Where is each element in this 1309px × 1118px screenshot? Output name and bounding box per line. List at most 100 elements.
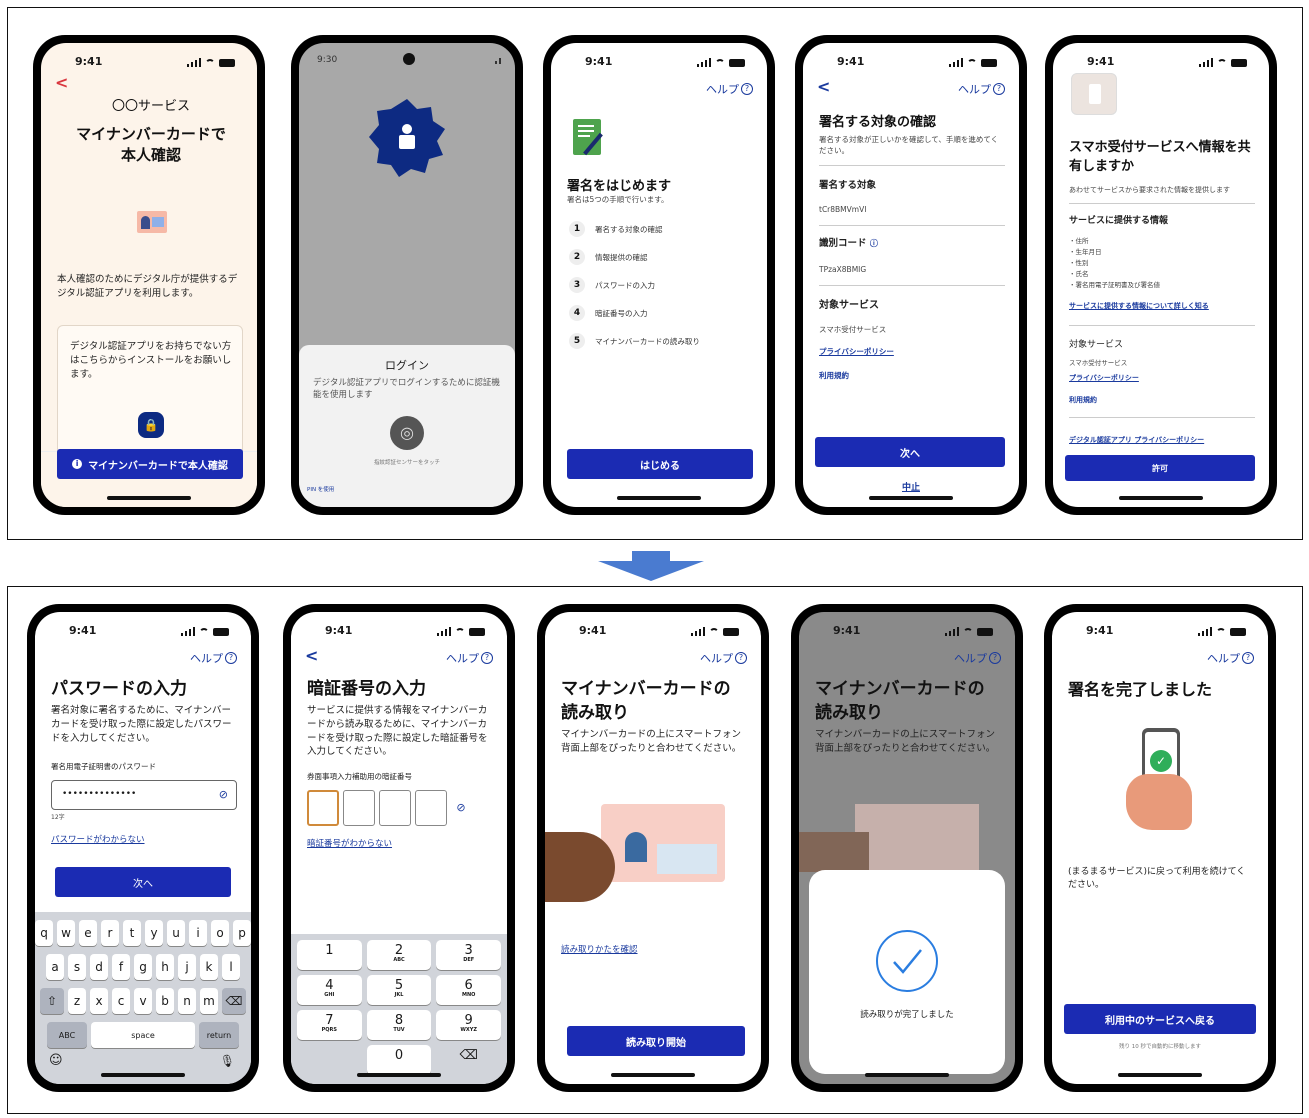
key-f[interactable]: f bbox=[112, 954, 130, 980]
key-g[interactable]: g bbox=[134, 954, 152, 980]
cancel-link[interactable]: 中止 bbox=[803, 480, 1019, 493]
backspace-key-icon[interactable]: ⌫ bbox=[222, 988, 246, 1014]
key-k[interactable]: k bbox=[200, 954, 218, 980]
document-sign-icon bbox=[573, 119, 603, 156]
start-reading-button[interactable]: 読み取り開始 bbox=[567, 1026, 745, 1056]
key-z[interactable]: z bbox=[68, 988, 86, 1014]
status-time: 9:41 bbox=[75, 55, 103, 68]
digit-key-0[interactable]: 0 bbox=[366, 1045, 432, 1075]
key-c[interactable]: c bbox=[112, 988, 130, 1014]
digit-key-4[interactable]: 4 GHI bbox=[297, 975, 362, 1005]
service-value: スマホ受付サービス bbox=[1069, 359, 1128, 367]
key-x[interactable]: x bbox=[90, 988, 108, 1014]
help-link[interactable]: ヘルプ? bbox=[190, 650, 237, 666]
mic-icon[interactable]: 🎙 bbox=[220, 1054, 235, 1068]
key-q[interactable]: q bbox=[35, 920, 53, 946]
info-detail-link[interactable]: サービスに提供する情報について詳しく知る bbox=[1069, 301, 1255, 311]
key-l[interactable]: l bbox=[222, 954, 240, 980]
allow-button[interactable]: 許可 bbox=[1065, 455, 1255, 481]
app-privacy-link[interactable]: デジタル認証アプリ プライバシーポリシー bbox=[1069, 435, 1255, 445]
help-link[interactable]: ヘルプ? bbox=[958, 81, 1005, 97]
key-i[interactable]: i bbox=[189, 920, 207, 946]
emoji-icon[interactable]: ☺ bbox=[49, 1053, 63, 1068]
digit-key-8[interactable]: 8 TUV bbox=[366, 1010, 432, 1040]
pin-box[interactable] bbox=[307, 790, 339, 826]
help-link[interactable]: ヘルプ? bbox=[700, 650, 747, 666]
key-p[interactable]: p bbox=[233, 920, 251, 946]
use-pin-link[interactable]: PIN を使用 bbox=[307, 485, 334, 493]
step-1: 1 署名する対象の確認 bbox=[569, 221, 663, 237]
key-e[interactable]: e bbox=[79, 920, 97, 946]
how-to-read-link[interactable]: 読み取りかたを確認 bbox=[561, 944, 747, 956]
backspace-key-icon[interactable]: ⌫ bbox=[436, 1045, 501, 1075]
key-j[interactable]: j bbox=[178, 954, 196, 980]
return-key[interactable]: return bbox=[199, 1022, 239, 1048]
divider bbox=[1069, 417, 1255, 418]
digit-key-9[interactable]: 9 WXYZ bbox=[436, 1010, 502, 1040]
key-a[interactable]: a bbox=[46, 954, 64, 980]
forgot-password-link[interactable]: パスワードがわからない bbox=[51, 834, 237, 846]
redirect-text: 残り 10 秒で自動的に移動します bbox=[1119, 1044, 1201, 1050]
status-time: 9:41 bbox=[837, 55, 865, 68]
back-button[interactable]: < bbox=[305, 646, 318, 665]
digit-key-6[interactable]: 6 MNO bbox=[436, 975, 502, 1005]
space-key[interactable]: space bbox=[91, 1022, 195, 1048]
digit-key-2[interactable]: 2 ABC bbox=[366, 940, 432, 970]
digit-key-5[interactable]: 5 JKL bbox=[366, 975, 432, 1005]
next-button[interactable]: 次へ bbox=[815, 437, 1005, 467]
return-to-service-button[interactable]: 利用中のサービスへ戻る bbox=[1064, 1004, 1256, 1034]
key-t[interactable]: t bbox=[123, 920, 141, 946]
service-heading: 対象サービス bbox=[1069, 340, 1124, 350]
pin-box[interactable] bbox=[379, 790, 411, 826]
help-link[interactable]: ヘルプ? bbox=[954, 650, 1001, 666]
page-title: スマホ受付サービスへ情報を共有しますか bbox=[1069, 140, 1251, 174]
digit-key-3[interactable]: 3 DEF bbox=[436, 940, 502, 970]
battery-icon bbox=[977, 628, 993, 636]
pin-boxes[interactable]: ⊘ bbox=[307, 790, 471, 826]
key-w[interactable]: w bbox=[57, 920, 75, 946]
digit-key-1[interactable]: 1 bbox=[297, 940, 362, 970]
status-time: 9:41 bbox=[579, 624, 607, 637]
key-o[interactable]: o bbox=[211, 920, 229, 946]
fingerprint-icon[interactable]: ◎ bbox=[390, 415, 424, 450]
key-u[interactable]: u bbox=[167, 920, 185, 946]
help-link[interactable]: ヘルプ? bbox=[1207, 650, 1254, 666]
app-icon[interactable]: 🔒 bbox=[138, 412, 164, 438]
back-button[interactable]: < bbox=[817, 77, 830, 96]
terms-link[interactable]: 利用規約 bbox=[1069, 395, 1255, 405]
battery-icon bbox=[729, 59, 745, 67]
key-b[interactable]: b bbox=[156, 988, 174, 1014]
shift-key-icon[interactable]: ⇧ bbox=[40, 988, 64, 1014]
key-s[interactable]: s bbox=[68, 954, 86, 980]
key-r[interactable]: r bbox=[101, 920, 119, 946]
password-field[interactable]: •••••••••••••• ⊘ bbox=[51, 780, 237, 810]
key-d[interactable]: d bbox=[90, 954, 108, 980]
key-v[interactable]: v bbox=[134, 988, 152, 1014]
start-button[interactable]: はじめる bbox=[567, 449, 753, 479]
pin-box[interactable] bbox=[415, 790, 447, 826]
key-h[interactable]: h bbox=[156, 954, 174, 980]
sheet-title: ログイン bbox=[385, 359, 429, 372]
next-button[interactable]: 次へ bbox=[55, 867, 231, 897]
forgot-pin-link[interactable]: 暗証番号がわからない bbox=[307, 838, 493, 850]
password-value: •••••••••••••• bbox=[62, 789, 137, 799]
back-button[interactable]: < bbox=[55, 73, 68, 92]
key-y[interactable]: y bbox=[145, 920, 163, 946]
digit-key-7[interactable]: 7 PQRS bbox=[297, 1010, 362, 1040]
help-link[interactable]: ヘルプ? bbox=[706, 81, 753, 97]
eye-slash-icon[interactable]: ⊘ bbox=[219, 788, 228, 801]
eye-slash-icon[interactable]: ⊘ bbox=[451, 790, 471, 826]
abc-key[interactable]: ABC bbox=[47, 1022, 87, 1048]
privacy-policy-link[interactable]: プライバシーポリシー bbox=[819, 347, 1005, 358]
help-link[interactable]: ヘルプ? bbox=[446, 650, 493, 666]
verify-button[interactable]: i マイナンバーカードで本人確認 bbox=[57, 449, 243, 479]
terms-link[interactable]: 利用規約 bbox=[819, 371, 1005, 382]
key-m[interactable]: m bbox=[200, 988, 218, 1014]
flow-arrow-icon bbox=[598, 551, 704, 581]
question-icon[interactable]: ⓘ bbox=[870, 239, 878, 248]
card-hand-illustration bbox=[799, 792, 1015, 872]
pin-box[interactable] bbox=[343, 790, 375, 826]
signal-icon bbox=[180, 627, 195, 636]
key-n[interactable]: n bbox=[178, 988, 196, 1014]
privacy-policy-link[interactable]: プライバシーポリシー bbox=[1069, 373, 1255, 383]
